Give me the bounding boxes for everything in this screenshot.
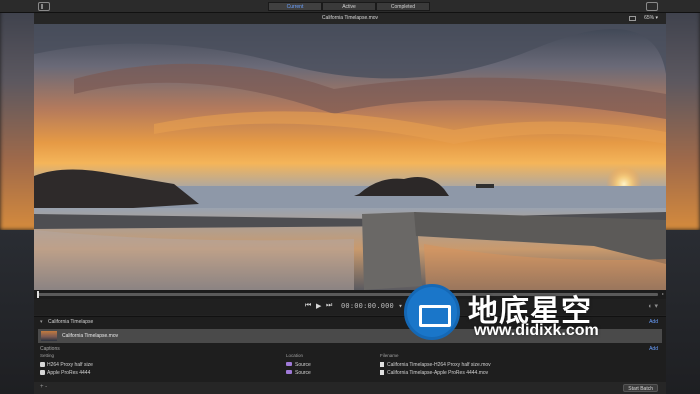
location-cell[interactable]: Source	[286, 362, 311, 368]
tab-active[interactable]: Active	[322, 2, 376, 11]
output-filename: California Timelapse-Apple ProRes 4444.m…	[387, 370, 489, 376]
zoom-value: 65%	[644, 15, 655, 21]
view-tabs: Current Active Completed	[268, 2, 430, 11]
tab-completed[interactable]: Completed	[376, 2, 430, 11]
out-point-marker[interactable]: ▸	[662, 291, 664, 296]
folder-icon	[286, 362, 292, 366]
table-row[interactable]: Apple ProRes 4444 Source California Time…	[40, 370, 660, 378]
start-batch-button[interactable]: Start Batch	[623, 384, 658, 392]
inspector-toggle-icon[interactable]	[646, 2, 658, 11]
column-location: Location	[286, 353, 304, 358]
bottom-bar: + - Start Batch	[34, 382, 666, 394]
disclosure-triangle-icon[interactable]: ▾	[40, 319, 43, 325]
location-cell[interactable]: Source	[286, 370, 311, 376]
zoom-menu[interactable]: 65% ▾	[644, 15, 658, 21]
audio-meter-icon[interactable]: ◐ ▾	[648, 302, 658, 310]
step-back-icon[interactable]: ⏮	[305, 302, 311, 310]
filename-cell[interactable]: California Timelapse-H264 Proxy half siz…	[380, 362, 491, 368]
view-options-icon[interactable]	[629, 16, 636, 21]
captions-add-button[interactable]: Add	[649, 346, 658, 352]
add-remove-buttons[interactable]: + -	[40, 384, 47, 390]
document-icon	[380, 362, 384, 367]
captions-label: Captions	[40, 346, 60, 352]
folder-icon	[286, 370, 292, 374]
outputs-table-header: Setting Location Filename	[40, 353, 660, 360]
play-icon[interactable]: ▶	[316, 302, 321, 310]
watermark-logo-icon	[404, 284, 460, 340]
setting-cell[interactable]: Apple ProRes 4444	[40, 370, 90, 376]
add-output-button[interactable]: Add	[649, 319, 658, 325]
location-name: Source	[295, 362, 311, 368]
timecode-value: 00:00:00.000	[341, 302, 394, 310]
location-name: Source	[295, 370, 311, 376]
viewer-header: California Timelapse.mov 65% ▾	[34, 13, 666, 24]
filename-cell[interactable]: California Timelapse-Apple ProRes 4444.m…	[380, 370, 488, 376]
watermark: 地底星空 www.didixk.com	[404, 284, 634, 344]
source-thumbnail	[41, 331, 57, 341]
table-row[interactable]: H264 Proxy half size Source California T…	[40, 362, 660, 370]
viewer-title: California Timelapse.mov	[321, 15, 379, 21]
output-filename: California Timelapse-H264 Proxy half siz…	[387, 362, 491, 368]
setting-icon	[40, 362, 45, 367]
setting-name: H264 Proxy half size	[47, 362, 93, 368]
video-preview	[34, 24, 666, 290]
sunset-frame	[34, 24, 666, 290]
playhead[interactable]	[37, 291, 39, 298]
watermark-url: www.didixk.com	[474, 322, 599, 339]
column-filename: Filename	[380, 353, 399, 358]
tab-current[interactable]: Current	[268, 2, 322, 11]
timecode-display[interactable]: 00:00:00.000 ▾	[341, 302, 403, 310]
source-file-name: California Timelapse.mov	[62, 333, 119, 339]
step-forward-icon[interactable]: ⏭	[326, 302, 332, 310]
document-icon	[380, 370, 384, 375]
sidebar-toggle-icon[interactable]	[38, 2, 50, 11]
setting-cell[interactable]: H264 Proxy half size	[40, 362, 93, 368]
top-toolbar: Current Active Completed	[0, 0, 700, 13]
column-setting: Setting	[40, 353, 55, 358]
batch-name: California Timelapse	[48, 319, 94, 325]
setting-icon	[40, 370, 45, 375]
setting-name: Apple ProRes 4444	[47, 370, 91, 376]
